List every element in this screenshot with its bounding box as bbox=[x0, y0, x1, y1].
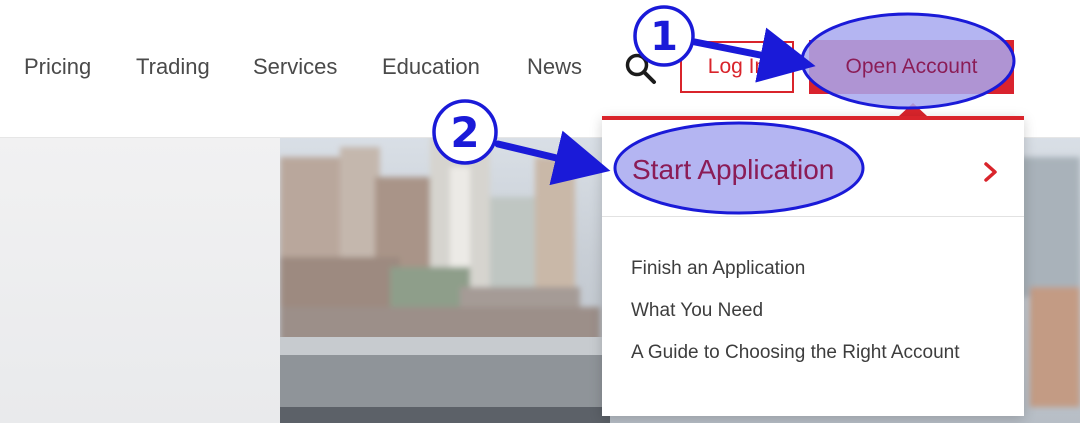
nav-item-services[interactable]: Services bbox=[253, 53, 337, 81]
chevron-right-icon bbox=[984, 162, 997, 182]
login-button[interactable]: Log In bbox=[680, 41, 794, 93]
open-account-button[interactable]: Open Account bbox=[809, 40, 1014, 94]
start-application-label: Start Application bbox=[632, 154, 835, 185]
open-account-dropdown: Start Application Finish an Application … bbox=[602, 116, 1024, 416]
choosing-account-guide-link[interactable]: A Guide to Choosing the Right Account bbox=[631, 340, 961, 366]
nav-item-trading[interactable]: Trading bbox=[136, 53, 210, 81]
search-icon[interactable] bbox=[624, 52, 658, 86]
finish-application-link[interactable]: Finish an Application bbox=[631, 256, 961, 282]
nav-item-education[interactable]: Education bbox=[382, 53, 480, 81]
dropdown-caret bbox=[899, 103, 927, 116]
hero-left-panel bbox=[0, 137, 280, 423]
open-account-label: Open Account bbox=[845, 55, 978, 78]
what-you-need-link[interactable]: What You Need bbox=[631, 298, 961, 324]
start-application-item[interactable]: Start Application bbox=[602, 120, 1024, 217]
nav-item-news[interactable]: News bbox=[527, 53, 582, 81]
nav-item-pricing[interactable]: Pricing bbox=[24, 53, 91, 81]
